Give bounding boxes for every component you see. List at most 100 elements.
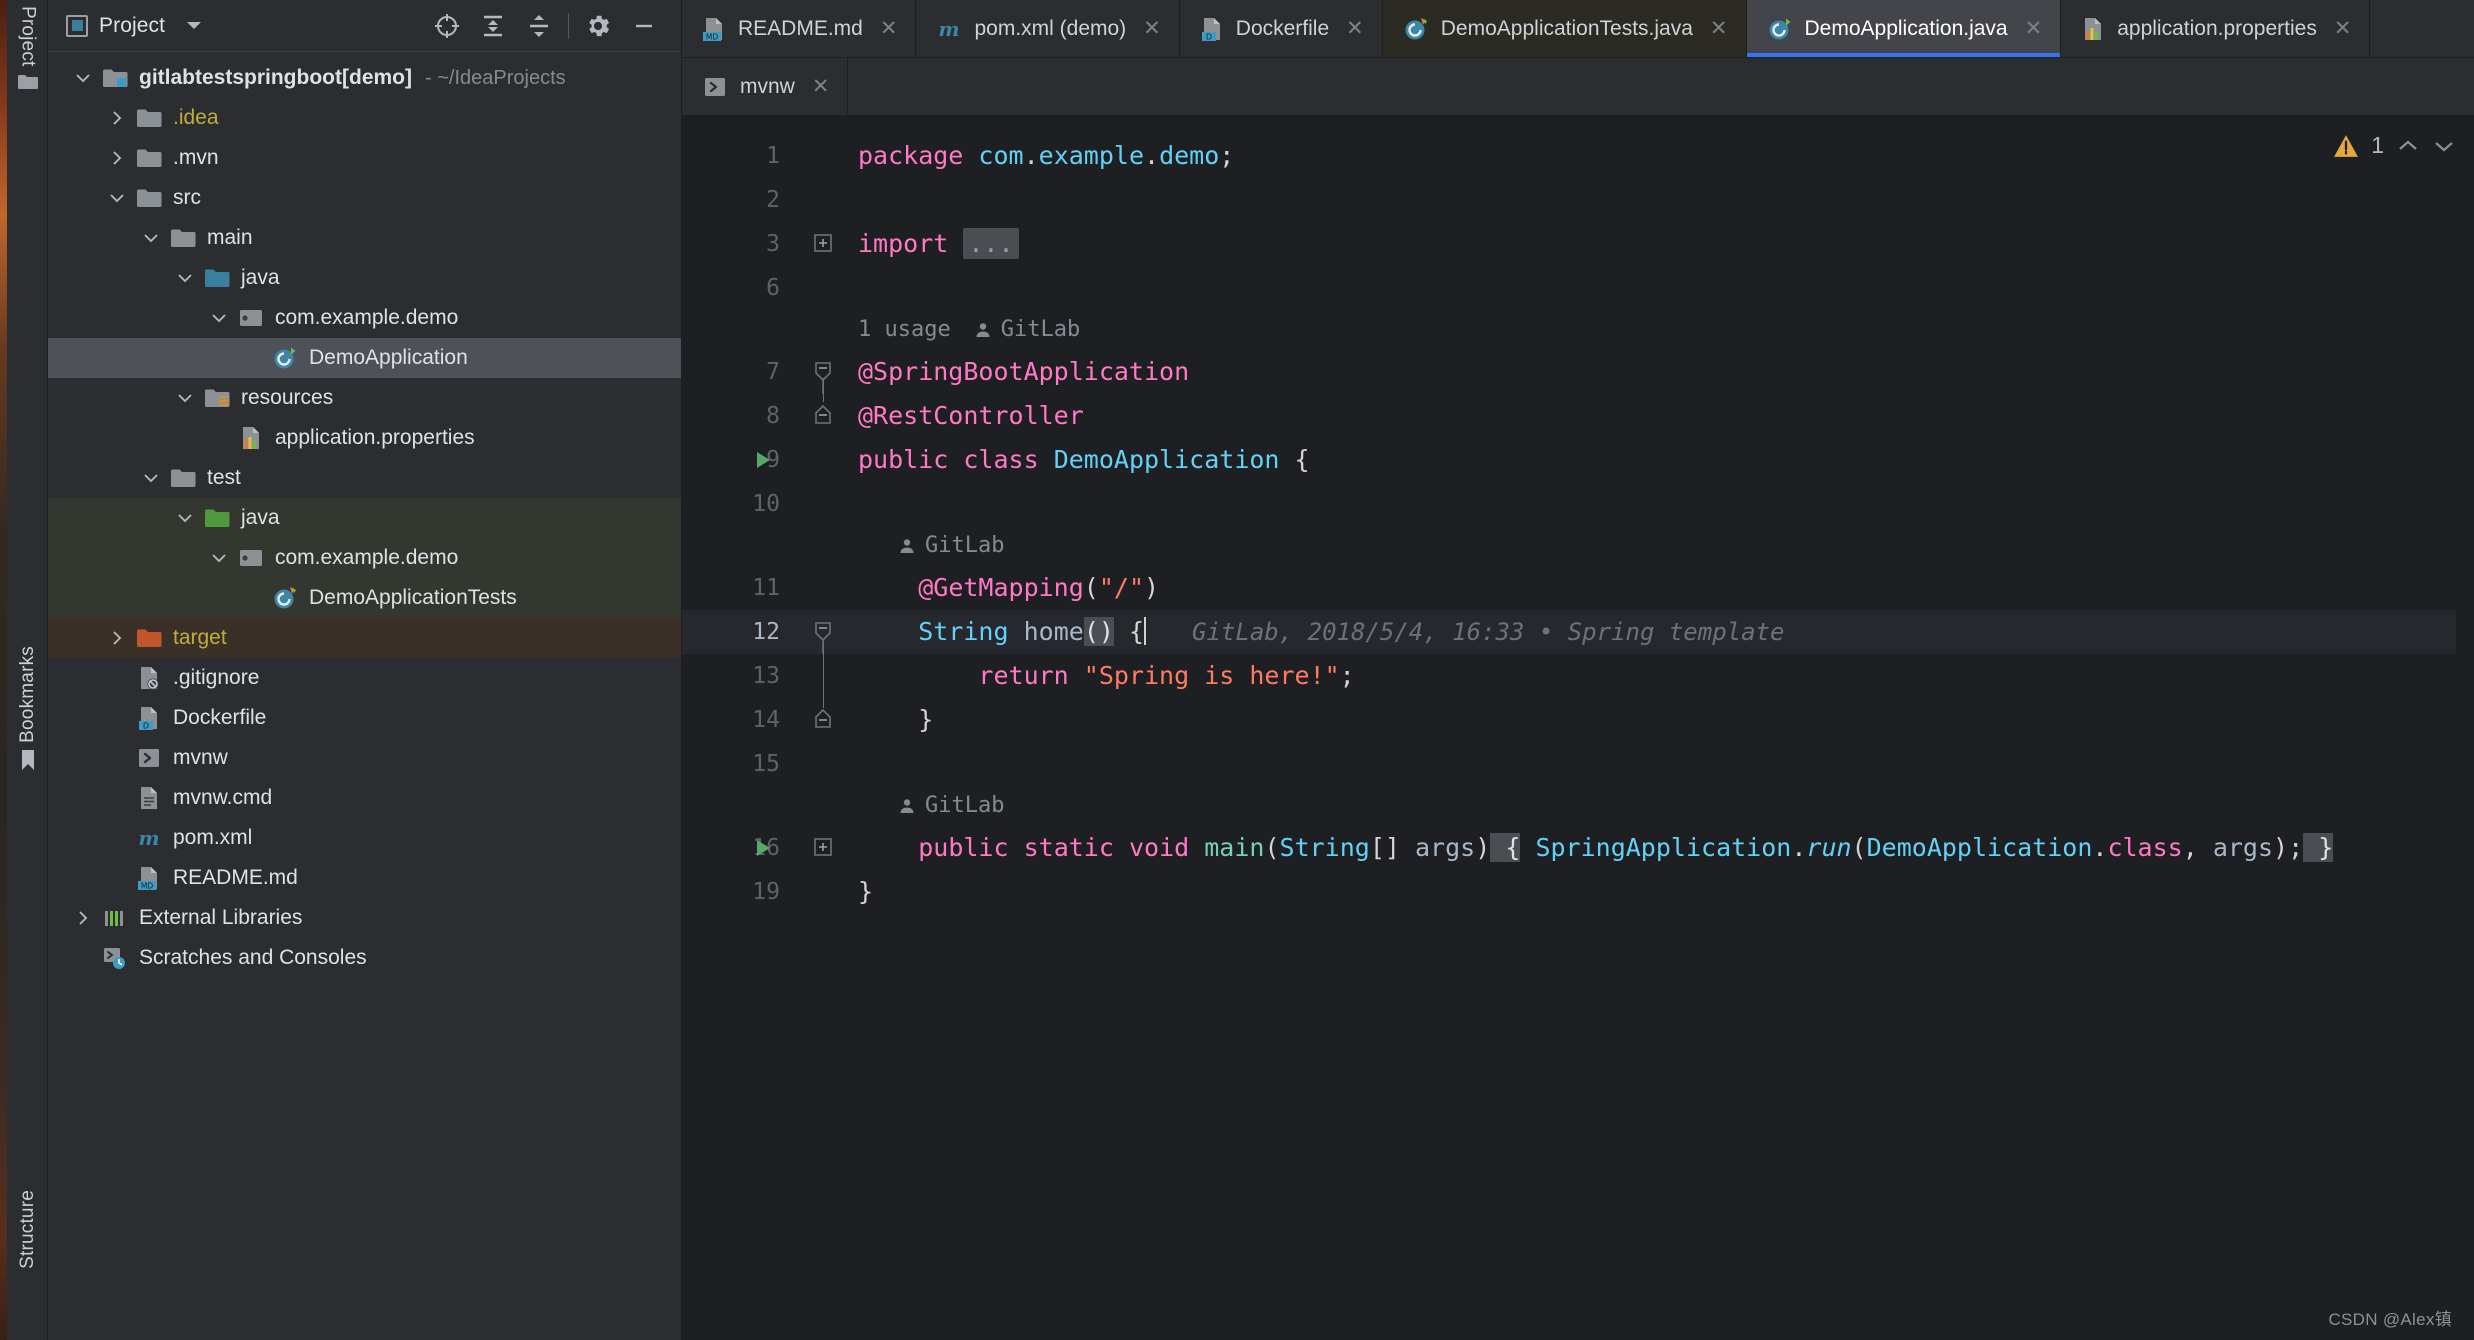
tree-node-resources[interactable]: resources [48, 378, 681, 418]
chevron-down-icon[interactable] [187, 22, 202, 29]
code-line[interactable]: @GetMapping("/") [844, 566, 2474, 610]
tree-node-label: resources [241, 386, 334, 409]
close-icon[interactable]: ✕ [1710, 18, 1728, 39]
project-window-icon [66, 14, 88, 37]
editor-tab-row-1[interactable]: MD README.md ✕ m pom.xml (demo) ✕ D Dockerfile ✕… [682, 0, 2474, 58]
collapse-all-icon[interactable] [516, 4, 562, 48]
fold-marker-plus[interactable] [812, 232, 834, 254]
tree-node-readme-md[interactable]: MD README.md [48, 858, 681, 898]
code-line[interactable] [844, 266, 2474, 310]
code-line[interactable] [844, 178, 2474, 222]
editor-tab-readme-md[interactable]: MD README.md ✕ [682, 0, 917, 57]
close-icon[interactable]: ✕ [2334, 18, 2352, 39]
tree-node-application-properties[interactable]: application.properties [48, 418, 681, 458]
run-gutter-icon[interactable] [754, 838, 772, 862]
tree-node-demoapplicationtests[interactable]: DemoApplicationTests [48, 578, 681, 618]
tree-node--gitignore[interactable]: .gitignore [48, 658, 681, 698]
expand-all-icon[interactable] [470, 4, 516, 48]
close-icon[interactable]: ✕ [880, 18, 898, 39]
editor-tab-application-properties[interactable]: application.properties ✕ [2061, 0, 2371, 57]
tree-node-com-example-demo[interactable]: com.example.demo [48, 538, 681, 578]
chevron-down-icon[interactable] [134, 228, 168, 248]
close-icon[interactable]: ✕ [1143, 18, 1161, 39]
tree-node-pom-xml[interactable]: m pom.xml [48, 818, 681, 858]
chevron-down-icon[interactable] [168, 268, 202, 288]
code-line[interactable]: String home() {GitLab, 2018/5/4, 16:33 •… [844, 610, 2474, 654]
tree-node-target[interactable]: target [48, 618, 681, 658]
fold-marker-minus-bottom[interactable] [812, 708, 834, 730]
blame-author[interactable]: GitLab [1001, 310, 1080, 350]
code-line[interactable] [844, 482, 2474, 526]
code-line[interactable]: return "Spring is here!"; [844, 654, 2474, 698]
code-editor[interactable]: 12367891011121314151619 package com.exam… [682, 116, 2474, 1340]
tree-node-src[interactable]: src [48, 178, 681, 218]
code-content[interactable]: package com.example.demo; import ... 1 usa… [844, 116, 2474, 1340]
usage-count[interactable]: 1 usage [858, 310, 951, 350]
code-line[interactable]: } [844, 870, 2474, 914]
chevron-up-icon[interactable] [2396, 138, 2420, 154]
blame-author[interactable]: GitLab [925, 786, 1004, 826]
code-line[interactable]: @SpringBootApplication [844, 350, 2474, 394]
settings-gear-icon[interactable] [575, 4, 621, 48]
code-line[interactable] [844, 742, 2474, 786]
tree-node-java[interactable]: java [48, 258, 681, 298]
tree-node-scratches-and-consoles[interactable]: Scratches and Consoles [48, 938, 681, 978]
code-line[interactable]: import ... [844, 222, 2474, 266]
code-line[interactable]: public class DemoApplication { [844, 438, 2474, 482]
code-vision-hint[interactable]: GitLab [898, 786, 1004, 826]
rail-button-structure[interactable]: Structure [7, 1190, 48, 1269]
close-icon[interactable]: ✕ [812, 76, 830, 97]
chevron-right-icon[interactable] [100, 108, 134, 128]
fold-marker-plus[interactable] [812, 836, 834, 858]
chevron-right-icon[interactable] [100, 628, 134, 648]
tree-node-mvnw[interactable]: mvnw [48, 738, 681, 778]
code-line[interactable]: @RestController [844, 394, 2474, 438]
tree-node-external-libraries[interactable]: External Libraries [48, 898, 681, 938]
locate-icon[interactable] [424, 4, 470, 48]
fold-marker-minus-end[interactable] [812, 404, 834, 426]
hide-panel-icon[interactable] [621, 4, 667, 48]
close-icon[interactable]: ✕ [2025, 18, 2043, 39]
tree-node--idea[interactable]: .idea [48, 98, 681, 138]
code-line[interactable]: public static void main(String[] args) {… [844, 826, 2474, 870]
editor-tab-row-2[interactable]: mvnw ✕ [682, 58, 2474, 116]
code-line[interactable]: } [844, 698, 2474, 742]
editor-tab-dockerfile[interactable]: D Dockerfile ✕ [1179, 0, 1383, 57]
close-icon[interactable]: ✕ [1346, 18, 1364, 39]
tree-node-gitlabtestspringboot[interactable]: gitlabtestspringboot [demo] - ~/IdeaProje… [48, 58, 681, 98]
code-folding-rail[interactable] [802, 116, 844, 1340]
editor-tab-demoapplicationtests-java[interactable]: DemoApplicationTests.java ✕ [1382, 0, 1747, 57]
tree-node-com-example-demo[interactable]: com.example.demo [48, 298, 681, 338]
tree-node-java[interactable]: java [48, 498, 681, 538]
tree-node-test[interactable]: test [48, 458, 681, 498]
editor-scrollbar[interactable] [2456, 116, 2474, 1340]
tree-node-main[interactable]: main [48, 218, 681, 258]
tree-node-mvnw-cmd[interactable]: mvnw.cmd [48, 778, 681, 818]
chevron-down-icon[interactable] [168, 508, 202, 528]
rail-button-bookmarks[interactable]: Bookmarks [7, 646, 48, 777]
tree-node-label: com.example.demo [275, 306, 459, 329]
blame-author[interactable]: GitLab [925, 526, 1004, 566]
chevron-down-icon[interactable] [134, 468, 168, 488]
chevron-down-icon[interactable] [202, 308, 236, 328]
chevron-down-icon[interactable] [100, 188, 134, 208]
tree-node-demoapplication[interactable]: DemoApplication [48, 338, 681, 378]
chevron-right-icon[interactable] [66, 908, 100, 928]
editor-tab-demoapplication-java[interactable]: DemoApplication.java ✕ [1746, 0, 2062, 57]
rail-button-project[interactable]: Project [7, 6, 48, 97]
editor-tab-pom-xml-demo-[interactable]: m pom.xml (demo) ✕ [916, 0, 1180, 57]
chevron-down-icon[interactable] [168, 388, 202, 408]
tree-node-dockerfile[interactable]: D Dockerfile [48, 698, 681, 738]
project-tree[interactable]: gitlabtestspringboot [demo] - ~/IdeaProje… [48, 52, 681, 1340]
code-line[interactable]: package com.example.demo; [844, 134, 2474, 178]
inspection-widget[interactable]: 1 [2333, 132, 2456, 159]
chevron-right-icon[interactable] [100, 148, 134, 168]
tree-node--mvn[interactable]: .mvn [48, 138, 681, 178]
chevron-down-icon[interactable] [202, 548, 236, 568]
chevron-down-icon-inspect[interactable] [2432, 138, 2456, 154]
run-gutter-icon[interactable] [754, 450, 772, 474]
chevron-down-icon[interactable] [66, 68, 100, 88]
code-vision-hint[interactable]: 1 usage GitLab [858, 310, 1080, 350]
code-vision-hint[interactable]: GitLab [898, 526, 1004, 566]
editor-tab-mvnw[interactable]: mvnw ✕ [682, 58, 849, 115]
